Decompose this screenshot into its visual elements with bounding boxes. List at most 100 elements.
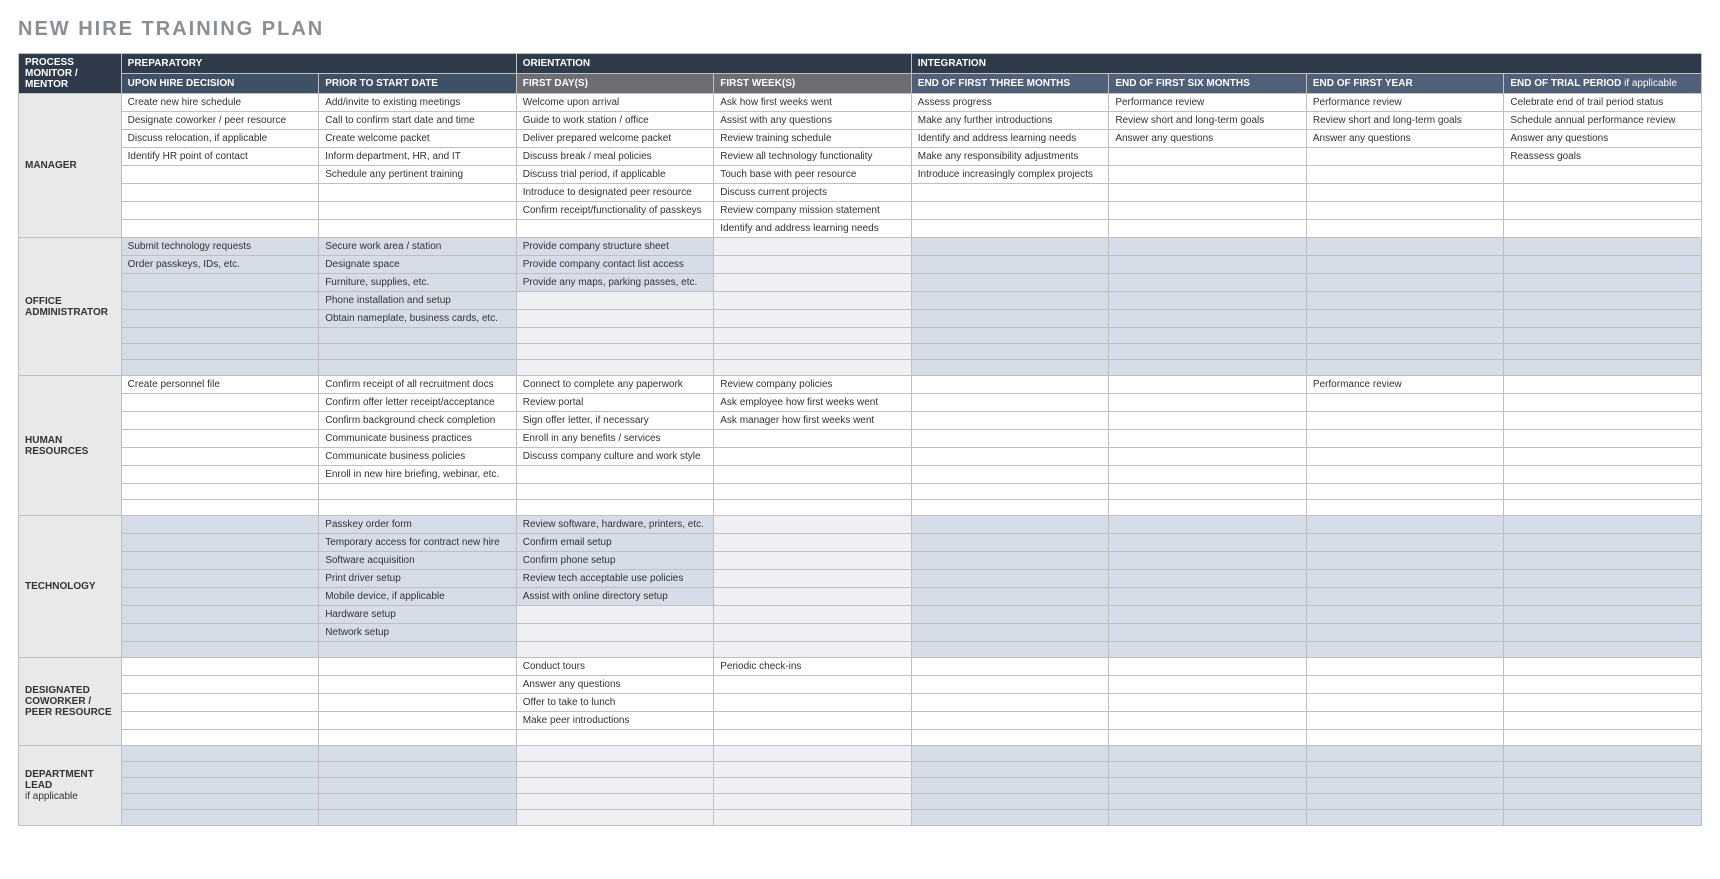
cell [121, 588, 319, 606]
cell [1504, 676, 1702, 694]
table-row [19, 328, 1702, 344]
cell [1306, 448, 1504, 466]
cell: Answer any questions [1306, 130, 1504, 148]
cell [121, 430, 319, 448]
cell [714, 694, 912, 712]
table-row: Phone installation and setup [19, 292, 1702, 310]
cell [1504, 500, 1702, 516]
cell [319, 762, 517, 778]
cell [1306, 166, 1504, 184]
table-row: Software acquisitionConfirm phone setup [19, 552, 1702, 570]
cell [516, 810, 714, 826]
table-row [19, 762, 1702, 778]
cell: Phone installation and setup [319, 292, 517, 310]
cell [911, 412, 1109, 430]
cell: Confirm email setup [516, 534, 714, 552]
cell: Make peer introductions [516, 712, 714, 730]
cell [1306, 570, 1504, 588]
cell [1306, 516, 1504, 534]
header-end-3m: END OF FIRST THREE MONTHS [911, 74, 1109, 94]
cell: Discuss relocation, if applicable [121, 130, 319, 148]
cell [516, 484, 714, 500]
cell: Designate space [319, 256, 517, 274]
table-row: TECHNOLOGYPasskey order formReview softw… [19, 516, 1702, 534]
cell: Hardware setup [319, 606, 517, 624]
cell [714, 552, 912, 570]
cell [911, 292, 1109, 310]
cell [121, 676, 319, 694]
cell [516, 642, 714, 658]
cell [121, 328, 319, 344]
cell: Secure work area / station [319, 238, 517, 256]
role-cell-designated: DESIGNATED COWORKER / PEER RESOURCE [19, 658, 122, 746]
cell [1504, 534, 1702, 552]
cell [911, 274, 1109, 292]
cell: Review portal [516, 394, 714, 412]
cell [1306, 274, 1504, 292]
cell [121, 274, 319, 292]
cell [911, 730, 1109, 746]
cell: Order passkeys, IDs, etc. [121, 256, 319, 274]
cell [1306, 552, 1504, 570]
cell [516, 292, 714, 310]
table-row: Mobile device, if applicableAssist with … [19, 588, 1702, 606]
cell: Communicate business policies [319, 448, 517, 466]
table-row: Network setup [19, 624, 1702, 642]
cell [1306, 606, 1504, 624]
cell [1504, 484, 1702, 500]
cell [121, 534, 319, 552]
cell [516, 466, 714, 484]
cell [1109, 694, 1307, 712]
cell [121, 606, 319, 624]
cell [1306, 588, 1504, 606]
cell [319, 746, 517, 762]
cell: Assess progress [911, 94, 1109, 112]
cell [911, 534, 1109, 552]
cell [121, 466, 319, 484]
cell [121, 166, 319, 184]
cell [911, 328, 1109, 344]
cell: Ask employee how first weeks went [714, 394, 912, 412]
cell [1109, 570, 1307, 588]
cell [1306, 238, 1504, 256]
cell [1504, 794, 1702, 810]
cell [911, 778, 1109, 794]
cell [714, 762, 912, 778]
cell: Enroll in any benefits / services [516, 430, 714, 448]
cell [1109, 588, 1307, 606]
cell [1109, 606, 1307, 624]
table-row: Print driver setupReview tech acceptable… [19, 570, 1702, 588]
page-title: NEW HIRE TRAINING PLAN [18, 18, 1702, 41]
cell: Periodic check-ins [714, 658, 912, 676]
cell [319, 360, 517, 376]
table-row: Offer to take to lunch [19, 694, 1702, 712]
table-row: DEPARTMENT LEADif applicable [19, 746, 1702, 762]
cell: Ask how first weeks went [714, 94, 912, 112]
cell [1306, 466, 1504, 484]
cell [911, 658, 1109, 676]
cell [1504, 412, 1702, 430]
cell [516, 730, 714, 746]
cell: Create personnel file [121, 376, 319, 394]
cell [1504, 184, 1702, 202]
cell: Schedule any pertinent training [319, 166, 517, 184]
cell [121, 658, 319, 676]
cell [714, 292, 912, 310]
table-row [19, 344, 1702, 360]
cell [911, 676, 1109, 694]
cell [714, 274, 912, 292]
cell [1109, 676, 1307, 694]
cell [516, 778, 714, 794]
cell: Designate coworker / peer resource [121, 112, 319, 130]
cell [911, 794, 1109, 810]
cell [1109, 344, 1307, 360]
cell [319, 220, 517, 238]
cell [1504, 202, 1702, 220]
role-cell-office_admin: OFFICE ADMINISTRATOR [19, 238, 122, 376]
cell [121, 730, 319, 746]
cell [1306, 484, 1504, 500]
header-prior-start: PRIOR TO START DATE [319, 74, 517, 94]
cell: Review software, hardware, printers, etc… [516, 516, 714, 534]
cell [121, 746, 319, 762]
cell [714, 676, 912, 694]
